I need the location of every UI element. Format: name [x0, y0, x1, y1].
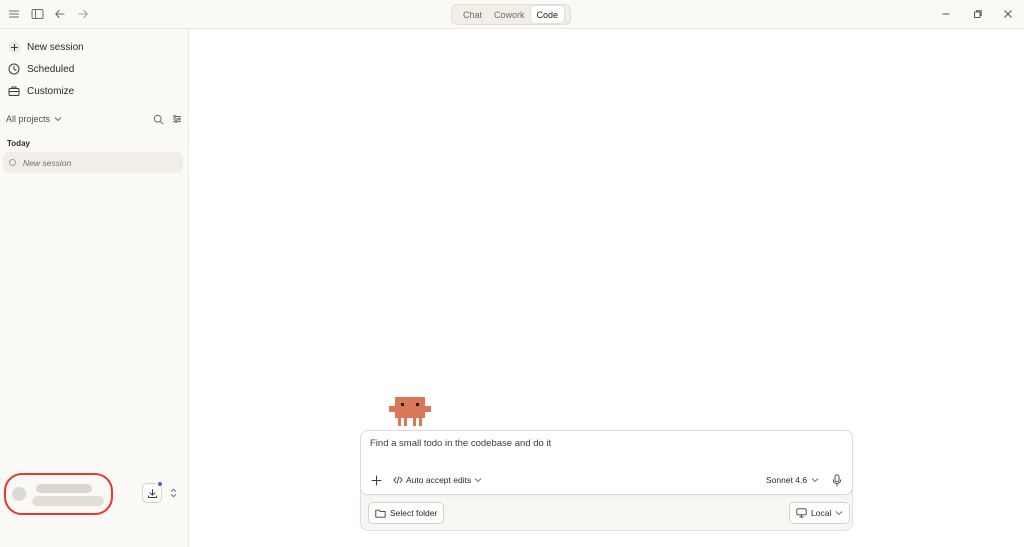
back-arrow-icon[interactable] — [52, 6, 68, 22]
search-icon[interactable] — [153, 114, 164, 125]
tab-chat[interactable]: Chat — [457, 6, 488, 23]
menu-icon[interactable] — [6, 6, 22, 22]
session-status-icon — [9, 159, 16, 166]
close-icon[interactable] — [1000, 6, 1016, 22]
briefcase-icon — [7, 84, 21, 98]
sidebar-item-label: Scheduled — [27, 63, 75, 75]
model-selector[interactable]: Sonnet 4.6 — [766, 474, 819, 486]
sidebar-item-scheduled[interactable]: Scheduled — [4, 59, 184, 79]
title-bar: Chat Cowork Code — [0, 0, 1024, 29]
projects-dropdown-label: All projects — [6, 114, 51, 124]
expand-collapse-icon[interactable] — [168, 486, 178, 500]
chevron-down-icon — [54, 116, 62, 122]
mode-switcher: Chat Cowork Code — [451, 4, 571, 25]
monitor-icon — [796, 508, 807, 518]
sidebar-item-new-session[interactable]: New session — [4, 37, 184, 57]
session-list-item[interactable]: New session — [3, 152, 183, 173]
redacted-user-plan — [32, 496, 104, 506]
sidebar: New session Scheduled Customize All proj… — [0, 29, 189, 547]
folder-icon — [375, 509, 386, 518]
avatar — [12, 487, 26, 501]
user-profile-button[interactable] — [4, 473, 113, 515]
mascot-icon — [388, 397, 436, 427]
add-attachment-button[interactable] — [370, 474, 382, 486]
plus-icon — [7, 40, 21, 54]
model-label: Sonnet 4.6 — [766, 475, 808, 485]
redacted-user-name — [36, 484, 92, 493]
download-icon — [147, 488, 158, 499]
prompt-composer: Find a small todo in the codebase and do… — [360, 430, 853, 495]
filter-icon[interactable] — [172, 114, 182, 125]
notification-badge — [157, 481, 163, 487]
permission-mode-label: Auto accept edits — [406, 475, 472, 485]
sidebar-toggle-icon[interactable] — [29, 6, 45, 22]
minimize-icon[interactable] — [938, 6, 954, 22]
permission-mode-dropdown[interactable]: Auto accept edits — [393, 474, 482, 486]
sidebar-item-label: Customize — [27, 85, 75, 97]
environment-label: Local — [811, 508, 832, 518]
tab-cowork[interactable]: Cowork — [488, 6, 531, 23]
restore-icon[interactable] — [970, 6, 986, 22]
code-icon — [393, 476, 403, 484]
chevron-down-icon — [835, 510, 843, 516]
section-label-today: Today — [7, 139, 30, 148]
tab-code[interactable]: Code — [530, 6, 565, 23]
microphone-icon[interactable] — [831, 473, 843, 487]
forward-arrow-icon[interactable] — [75, 6, 91, 22]
environment-dropdown[interactable]: Local — [789, 502, 851, 524]
chevron-down-icon — [811, 477, 819, 483]
clock-icon — [7, 62, 21, 76]
projects-filter-row: All projects — [6, 111, 182, 127]
session-label: New session — [23, 157, 72, 168]
select-folder-button[interactable]: Select folder — [368, 502, 445, 524]
projects-dropdown[interactable]: All projects — [6, 114, 62, 124]
chevron-down-icon — [474, 477, 482, 483]
composer-footer: Select folder Local — [360, 489, 853, 531]
plus-icon — [371, 475, 382, 486]
sidebar-item-customize[interactable]: Customize — [4, 81, 184, 101]
select-folder-label: Select folder — [390, 508, 438, 518]
sidebar-item-label: New session — [27, 41, 84, 53]
prompt-input[interactable]: Find a small todo in the codebase and do… — [370, 438, 840, 454]
